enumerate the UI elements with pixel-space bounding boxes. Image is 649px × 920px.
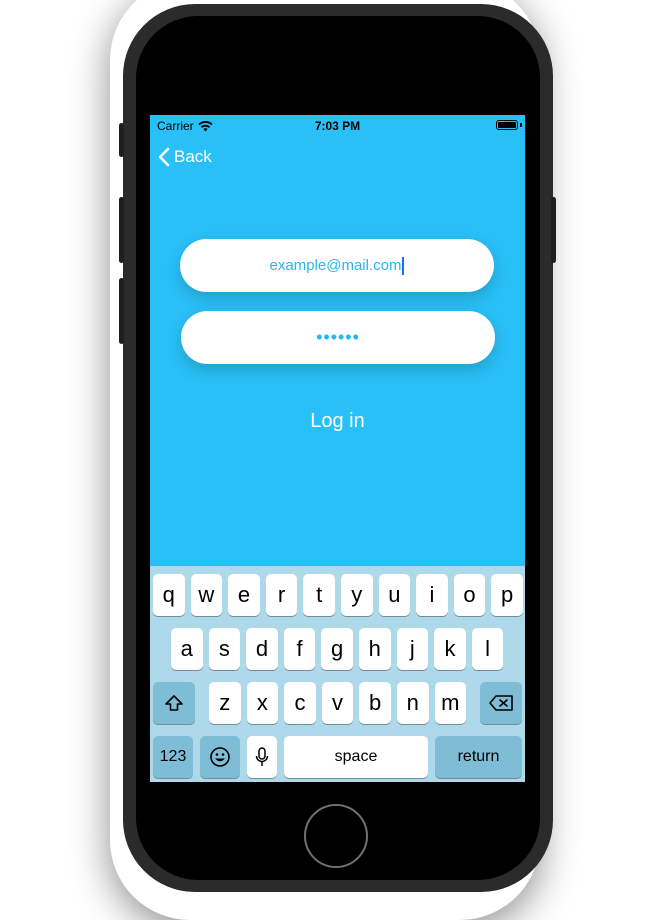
shift-key[interactable]	[153, 682, 195, 724]
return-key[interactable]: return	[435, 736, 522, 778]
key-e[interactable]: e	[228, 574, 260, 616]
key-i[interactable]: i	[416, 574, 448, 616]
key-t[interactable]: t	[303, 574, 335, 616]
password-field[interactable]: ••••••	[181, 311, 495, 364]
key-w[interactable]: w	[190, 574, 223, 616]
key-l[interactable]: l	[471, 628, 504, 670]
emoji-icon	[210, 747, 230, 767]
login-button[interactable]: Log in	[150, 410, 525, 433]
key-g[interactable]: g	[321, 628, 353, 670]
key-z[interactable]: z	[209, 682, 241, 724]
key-j[interactable]: j	[396, 628, 429, 670]
microphone-icon	[255, 747, 269, 766]
space-key[interactable]: space	[284, 736, 428, 778]
key-x[interactable]: x	[246, 682, 279, 724]
key-n[interactable]: n	[397, 682, 429, 724]
volume-up-button	[119, 197, 124, 263]
key-b[interactable]: b	[359, 682, 391, 724]
key-o[interactable]: o	[453, 574, 486, 616]
password-mask: ••••••	[316, 327, 360, 347]
key-s[interactable]: s	[208, 628, 241, 670]
email-value: example@mail.com	[269, 257, 402, 274]
back-button[interactable]: Back	[158, 147, 212, 167]
text-caret	[402, 256, 405, 275]
key-r[interactable]: r	[265, 574, 298, 616]
key-m[interactable]: m	[434, 682, 467, 724]
status-time: 7:03 PM	[314, 119, 361, 133]
key-p[interactable]: p	[491, 574, 523, 616]
battery-cap	[520, 123, 522, 127]
key-h[interactable]: h	[359, 628, 391, 670]
status-bar: Carrier 7:03 PM	[150, 115, 525, 135]
back-label: Back	[174, 147, 212, 166]
key-y[interactable]: y	[341, 574, 373, 616]
keyboard: qwertyuiop asdfghjkl zxcvbnm 123 space ret…	[150, 566, 525, 782]
delete-icon	[489, 695, 513, 711]
battery-icon	[496, 120, 518, 130]
key-c[interactable]: c	[284, 682, 316, 724]
delete-key[interactable]	[480, 682, 522, 724]
key-d[interactable]: d	[246, 628, 278, 670]
key-q[interactable]: q	[153, 574, 185, 616]
chevron-left-icon	[158, 147, 170, 167]
key-u[interactable]: u	[378, 574, 411, 616]
shift-icon	[165, 695, 183, 711]
key-a[interactable]: a	[171, 628, 203, 670]
emoji-key[interactable]	[200, 736, 240, 778]
key-k[interactable]: k	[434, 628, 466, 670]
numbers-key[interactable]: 123	[153, 736, 193, 778]
microphone-key[interactable]	[247, 736, 277, 778]
mute-switch	[119, 123, 124, 157]
key-f[interactable]: f	[283, 628, 316, 670]
email-field[interactable]: example@mail.com	[180, 239, 494, 292]
app-screen: Carrier 7:03 PM Back example@mail.com ••…	[150, 115, 525, 782]
key-v[interactable]: v	[321, 682, 354, 724]
volume-down-button	[119, 278, 124, 344]
power-button	[551, 197, 556, 263]
home-button[interactable]	[304, 804, 368, 868]
